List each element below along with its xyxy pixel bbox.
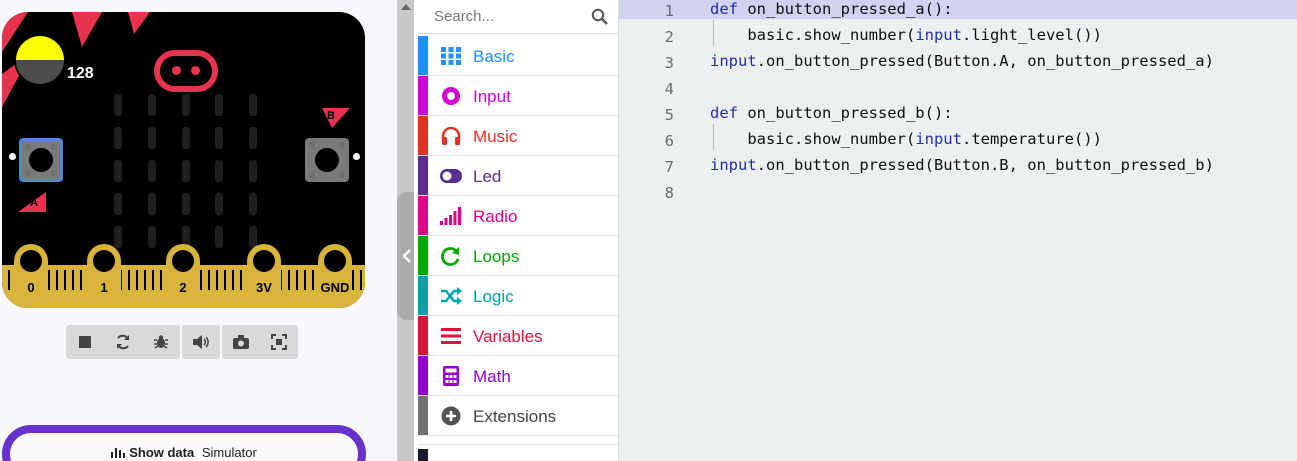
- chart-icon: [111, 448, 126, 458]
- bug-icon: [154, 335, 168, 349]
- pin-0[interactable]: [14, 244, 48, 304]
- pin-gnd[interactable]: [318, 244, 352, 304]
- code-line[interactable]: basic.show_number(input.light_level()): [710, 24, 1102, 50]
- line-number: 3: [664, 54, 674, 72]
- pin-2[interactable]: [166, 244, 200, 304]
- line-number: 5: [664, 106, 674, 124]
- code-line[interactable]: input.on_button_pressed(Button.B, on_but…: [710, 154, 1214, 180]
- category-extensions[interactable]: Extensions: [418, 396, 618, 436]
- debug-button[interactable]: [142, 325, 180, 359]
- signal-icon: [440, 207, 461, 225]
- category-logic[interactable]: Logic: [418, 276, 618, 316]
- target-icon: [442, 87, 460, 105]
- category-input[interactable]: Input: [418, 76, 618, 116]
- pin-label: 0: [27, 280, 35, 295]
- show-data-source: Simulator: [201, 445, 257, 460]
- code-line[interactable]: basic.show_number(input.temperature()): [710, 128, 1102, 154]
- pin-label: GND: [320, 280, 350, 295]
- category-label: Led: [473, 167, 502, 186]
- button-a[interactable]: [19, 138, 63, 182]
- line-number: 6: [664, 132, 674, 150]
- light-level-slider[interactable]: [14, 34, 66, 86]
- category-label: Logic: [473, 287, 514, 306]
- headphones-icon: [441, 126, 461, 145]
- fullscreen-button[interactable]: [260, 325, 298, 359]
- category-label: Basic: [473, 47, 515, 66]
- screenshot-button[interactable]: [222, 325, 260, 359]
- line-number: 4: [664, 80, 674, 98]
- list-icon: [441, 328, 461, 344]
- calculator-icon: [443, 366, 459, 386]
- pin-label: 1: [100, 280, 108, 295]
- microbit-board: 128 A B 0 1 2 3V GND: [2, 12, 365, 308]
- category-label: Loops: [473, 247, 520, 266]
- simulator-toolbar: [66, 325, 298, 359]
- expand-icon: [271, 334, 287, 350]
- pin-label: 2: [179, 280, 187, 295]
- button-b-indicator: [353, 153, 360, 160]
- plus-circle-icon: [441, 406, 461, 426]
- line-number: 1: [664, 2, 674, 20]
- search-icon[interactable]: [591, 8, 609, 26]
- stop-button[interactable]: [66, 325, 104, 359]
- volume-icon: [193, 335, 209, 349]
- stop-icon: [79, 336, 91, 348]
- toolbox-search: [418, 0, 618, 34]
- button-a-indicator: [9, 153, 16, 160]
- pin-label: 3V: [256, 280, 272, 295]
- loop-icon: [441, 247, 460, 266]
- button-a-label: A: [30, 197, 38, 209]
- touch-logo[interactable]: [154, 50, 218, 92]
- category-radio[interactable]: Radio: [418, 196, 618, 236]
- code-editor[interactable]: 1 2 3 4 5 6 7 8 def on_button_pressed_a(…: [619, 0, 1297, 461]
- button-b[interactable]: [305, 138, 349, 182]
- category-label: Input: [473, 87, 511, 106]
- line-number: 7: [664, 158, 674, 176]
- toolbox: Basic Input Music Led Radio Loops: [414, 0, 619, 461]
- category-basic[interactable]: Basic: [418, 36, 618, 76]
- pin-3v[interactable]: [247, 244, 281, 304]
- category-label: Variables: [473, 327, 543, 346]
- camera-icon: [233, 335, 249, 349]
- button-b-label: B: [327, 110, 335, 122]
- category-variables[interactable]: Variables: [418, 316, 618, 356]
- category-label: Radio: [473, 207, 518, 226]
- line-number: 2: [664, 28, 674, 46]
- code-line[interactable]: def on_button_pressed_a():: [710, 0, 953, 24]
- restart-button[interactable]: [104, 325, 142, 359]
- grid-icon: [441, 47, 461, 65]
- search-input[interactable]: [434, 8, 584, 25]
- refresh-icon: [117, 334, 129, 350]
- category-music[interactable]: Music: [418, 116, 618, 156]
- category-advanced-partial[interactable]: [418, 444, 618, 461]
- category-math[interactable]: Math: [418, 356, 618, 396]
- category-loops[interactable]: Loops: [418, 236, 618, 276]
- code-line[interactable]: def on_button_pressed_b():: [710, 102, 953, 128]
- toggle-icon: [440, 169, 462, 183]
- code-line[interactable]: input.on_button_pressed(Button.A, on_but…: [710, 50, 1214, 76]
- simulator-panel: 128 A B 0 1 2 3V GND Show data Simulator: [0, 0, 397, 461]
- line-number: 8: [664, 184, 674, 202]
- light-level-value: 128: [67, 65, 94, 82]
- shuffle-icon: [441, 287, 462, 305]
- category-label: Music: [473, 127, 518, 146]
- show-data-button[interactable]: Show data Simulator: [2, 425, 366, 461]
- category-label: Math: [473, 367, 511, 386]
- category-led[interactable]: Led: [418, 156, 618, 196]
- mute-button[interactable]: [182, 325, 220, 359]
- show-data-label: Show data: [129, 445, 195, 460]
- chevron-left-icon: [402, 249, 411, 263]
- category-label: Extensions: [473, 407, 557, 426]
- pin-1[interactable]: [87, 244, 121, 304]
- scroll-up-arrow[interactable]: [401, 4, 411, 10]
